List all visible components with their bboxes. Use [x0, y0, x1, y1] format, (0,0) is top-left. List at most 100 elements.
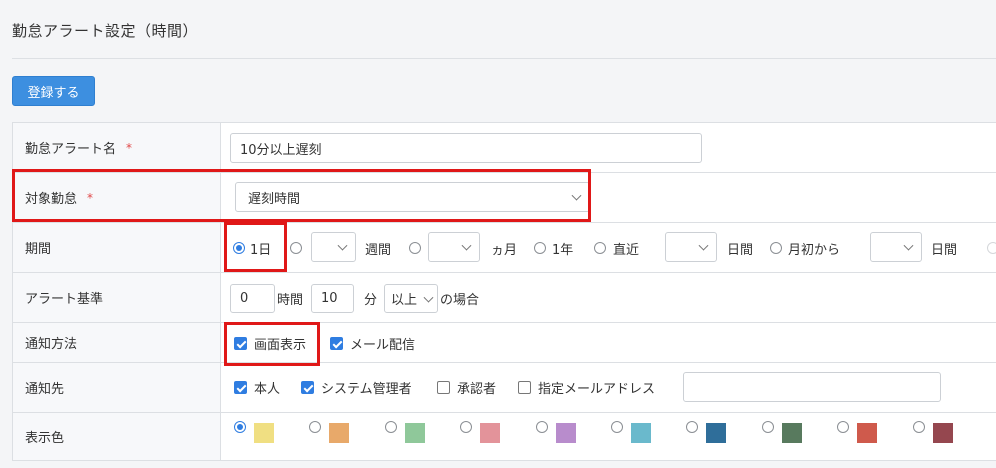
display-color-radio[interactable]: [460, 421, 473, 433]
display-color-label: 表示色: [25, 431, 65, 446]
from-month-start-select[interactable]: [870, 232, 922, 262]
color-swatch[interactable]: [480, 423, 501, 443]
target-select-value: 遅刻時間: [248, 191, 301, 207]
period-label: 期間: [25, 242, 52, 257]
target-value-cell: 遅刻時間: [221, 173, 996, 222]
display-color-radio[interactable]: [535, 421, 548, 433]
minutes-input[interactable]: 10: [311, 284, 354, 313]
recent-unit-label: 日間: [727, 243, 754, 258]
hours-input[interactable]: 0: [230, 284, 275, 313]
email-delivery-checkbox[interactable]: [330, 337, 343, 350]
alert-name-input[interactable]: 10分以上遅刻: [230, 133, 702, 163]
display-color-label-cell: 表示色: [13, 413, 221, 460]
display-color-radio[interactable]: [611, 421, 623, 433]
recent-days-select[interactable]: [665, 232, 717, 262]
row-display-color: 表示色: [13, 413, 996, 461]
criteria-label: アラート基準: [25, 292, 104, 307]
months-select[interactable]: [428, 232, 480, 262]
screen-display-checkbox[interactable]: [234, 337, 247, 350]
row-period: 期間 1日 週間 ヵ月 1年 直近 日間 月初から 日間: [13, 223, 996, 273]
period-radio-weeks[interactable]: [290, 242, 302, 254]
period-radio-recent[interactable]: [594, 242, 606, 254]
chevron-down-icon: [698, 240, 709, 251]
criteria-suffix: の場合: [440, 293, 480, 308]
row-notify-to: 通知先 本人 システム管理者 承認者 指定メールアドレス: [13, 363, 996, 413]
settings-form-table: 勤怠アラート名 * 10分以上遅刻 対象勤怠 * 遅刻時間 期間 1日 週間 ヵ…: [12, 122, 996, 461]
chevron-down-icon: [903, 240, 914, 251]
chevron-down-icon: [571, 190, 582, 201]
notify-method-label: 通知方法: [25, 337, 78, 352]
period-radio-1year[interactable]: [534, 242, 546, 254]
weeks-unit-label: 週間: [365, 243, 392, 258]
display-color-radio[interactable]: [384, 421, 397, 433]
notify-method-label-cell: 通知方法: [13, 323, 221, 362]
from-month-start-label: 月初から: [788, 243, 841, 258]
color-swatch[interactable]: [404, 423, 425, 443]
row-criteria: アラート基準 0 時間 10 分 以上 の場合: [13, 273, 996, 323]
color-swatch[interactable]: [781, 423, 802, 443]
system-admin-label: システム管理者: [321, 382, 412, 397]
approver-label: 承認者: [457, 382, 497, 397]
notify-to-label-cell: 通知先: [13, 363, 221, 412]
specified-email-checkbox[interactable]: [518, 381, 531, 394]
chevron-down-icon: [337, 240, 348, 251]
period-1day-label: 1日: [250, 243, 272, 258]
period-radio-months[interactable]: [409, 242, 421, 254]
comparison-select-value: 以上: [391, 293, 418, 308]
period-radio-more[interactable]: [987, 242, 996, 254]
period-value-cell: 1日 週間 ヵ月 1年 直近 日間 月初から 日間: [221, 223, 996, 272]
period-radio-1day[interactable]: [233, 242, 245, 254]
display-color-value-cell: [221, 413, 996, 460]
period-1year-label: 1年: [552, 243, 574, 258]
notify-to-label: 通知先: [25, 382, 65, 397]
criteria-value-cell: 0 時間 10 分 以上 の場合: [221, 273, 996, 322]
required-mark: *: [87, 190, 94, 205]
minutes-unit-label: 分: [364, 293, 378, 308]
email-delivery-label: メール配信: [350, 338, 416, 353]
alert-name-label: 勤怠アラート名: [25, 142, 117, 157]
row-notify-method: 通知方法 画面表示 メール配信: [13, 323, 996, 363]
display-color-radio[interactable]: [912, 421, 925, 433]
color-swatch[interactable]: [631, 423, 651, 443]
color-swatch[interactable]: [254, 423, 274, 443]
display-color-radio[interactable]: [234, 421, 246, 433]
display-color-radio[interactable]: [761, 421, 774, 433]
chevron-down-icon: [423, 292, 434, 303]
system-admin-checkbox[interactable]: [301, 381, 314, 394]
color-swatch[interactable]: [555, 423, 576, 443]
hours-unit-label: 時間: [277, 293, 304, 308]
period-radio-from-month-start[interactable]: [770, 242, 782, 254]
target-label: 対象勤怠: [25, 192, 78, 207]
approver-checkbox[interactable]: [437, 381, 450, 394]
alert-name-label-cell: 勤怠アラート名 *: [13, 123, 221, 172]
screen-display-label: 画面表示: [254, 338, 307, 353]
title-divider: [12, 58, 996, 59]
row-alert-name: 勤怠アラート名 * 10分以上遅刻: [13, 123, 996, 173]
weeks-select[interactable]: [311, 232, 356, 262]
target-select[interactable]: 遅刻時間: [235, 182, 590, 212]
chevron-down-icon: [461, 240, 472, 251]
notify-method-value-cell: 画面表示 メール配信: [221, 323, 996, 362]
specified-email-input[interactable]: [683, 372, 941, 402]
required-mark: *: [126, 140, 133, 155]
color-swatch[interactable]: [329, 423, 350, 443]
months-unit-label: ヵ月: [491, 243, 518, 258]
period-label-cell: 期間: [13, 223, 221, 272]
self-checkbox[interactable]: [234, 381, 247, 394]
color-swatch[interactable]: [932, 423, 953, 443]
color-swatch[interactable]: [706, 423, 727, 443]
notify-to-value-cell: 本人 システム管理者 承認者 指定メールアドレス: [221, 363, 996, 412]
criteria-label-cell: アラート基準: [13, 273, 221, 322]
color-swatch[interactable]: [857, 423, 878, 443]
from-month-start-unit-label: 日間: [931, 243, 958, 258]
row-target: 対象勤怠 * 遅刻時間: [13, 173, 996, 223]
alert-name-value-cell: 10分以上遅刻: [221, 123, 996, 172]
display-color-radio[interactable]: [309, 421, 322, 433]
period-recent-label: 直近: [613, 243, 640, 258]
display-color-radio[interactable]: [686, 421, 699, 433]
target-label-cell: 対象勤怠 *: [13, 173, 221, 222]
register-button[interactable]: 登録する: [12, 76, 95, 106]
page-title: 勤怠アラート設定（時間）: [12, 22, 199, 40]
display-color-radio[interactable]: [837, 421, 850, 433]
comparison-select[interactable]: 以上: [384, 284, 438, 313]
